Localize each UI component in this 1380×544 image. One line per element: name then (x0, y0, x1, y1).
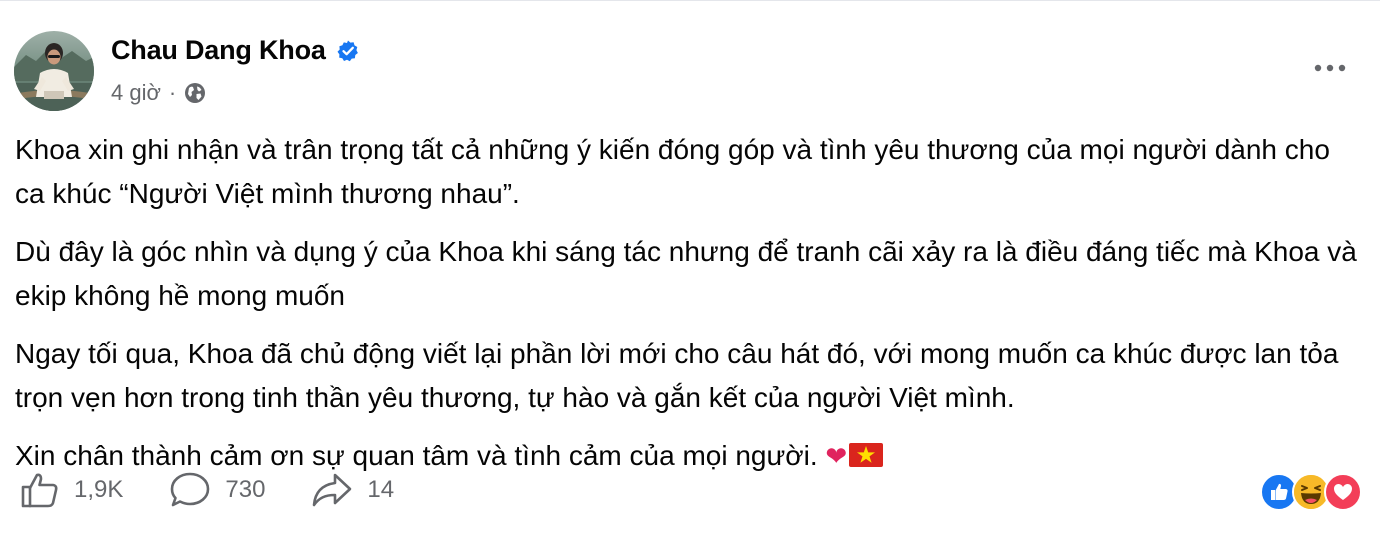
globe-icon[interactable] (184, 82, 206, 104)
author-name[interactable]: Chau Dang Khoa (111, 35, 326, 66)
post-paragraph-1: Khoa xin ghi nhận và trân trọng tất cả n… (15, 134, 1330, 209)
more-options-icon (1314, 64, 1346, 72)
comment-icon (171, 472, 210, 507)
love-reaction-icon (1324, 473, 1362, 511)
vietnam-flag-emoji (849, 443, 884, 467)
post-paragraph-4-text: Xin chân thành cảm ơn sự quan tâm và tìn… (15, 440, 818, 471)
like-button[interactable]: 1,9K (20, 472, 123, 508)
post-actions: 1,9K 730 14 (20, 471, 440, 509)
verified-badge-icon (336, 39, 360, 63)
reaction-summary[interactable] (1260, 473, 1362, 511)
heart-emoji: ❤ (825, 442, 848, 472)
like-icon (21, 473, 58, 508)
meta-separator: · (168, 80, 177, 105)
post-meta: 4 giờ · (111, 80, 206, 106)
comment-count: 730 (225, 476, 266, 503)
author-header: Chau Dang Khoa (111, 35, 360, 66)
comment-button[interactable]: 730 (169, 471, 265, 509)
author-avatar[interactable] (14, 31, 94, 111)
more-options-button[interactable] (1310, 53, 1350, 83)
post-paragraph-2: Dù đây là góc nhìn và dụng ý của Khoa kh… (15, 236, 1357, 311)
post-card: Chau Dang Khoa 4 giờ · Khoa xin ghi nhận… (0, 0, 1380, 544)
share-icon (313, 473, 352, 507)
share-button[interactable]: 14 (311, 472, 394, 508)
post-body: Khoa xin ghi nhận và trân trọng tất cả n… (15, 128, 1365, 493)
post-paragraph-3: Ngay tối qua, Khoa đã chủ động viết lại … (15, 338, 1339, 413)
like-count: 1,9K (74, 476, 124, 503)
post-time[interactable]: 4 giờ (111, 80, 161, 106)
share-count: 14 (367, 476, 395, 503)
